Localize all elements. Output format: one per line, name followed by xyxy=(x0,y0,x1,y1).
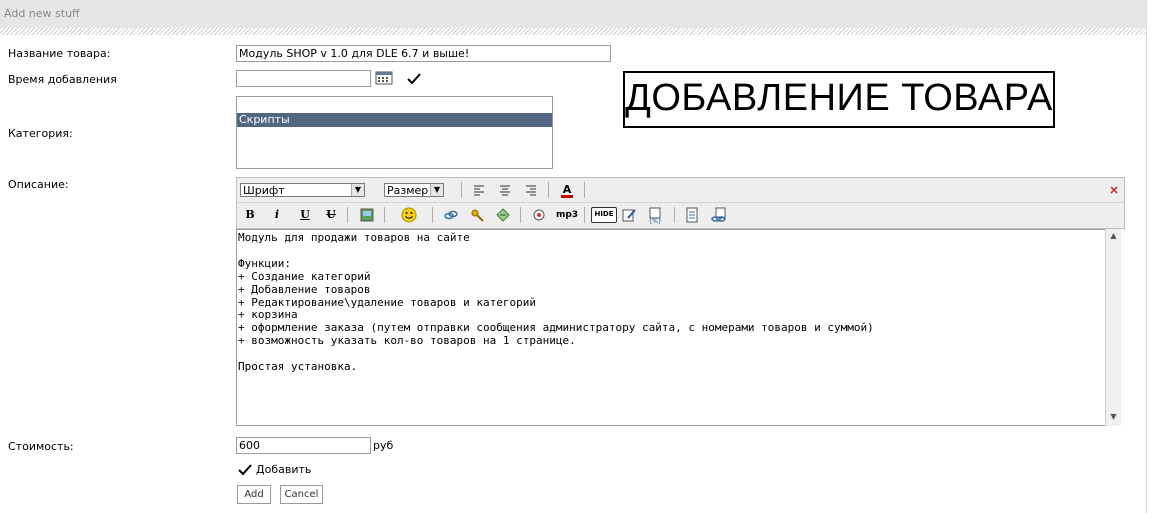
toolbar-separator xyxy=(520,207,521,223)
code-icon[interactable]: {%} xyxy=(646,206,664,224)
category-label: Категория: xyxy=(8,127,73,140)
page-header: Add new stuff xyxy=(0,0,1146,28)
align-right-icon[interactable] xyxy=(522,181,540,199)
font-select-value: Шрифт xyxy=(243,184,285,197)
add-checkbox-label: Добавить xyxy=(256,463,312,476)
align-left-icon[interactable] xyxy=(470,181,488,199)
chevron-down-icon: ▼ xyxy=(430,184,443,196)
align-center-icon[interactable] xyxy=(496,181,514,199)
toolbar-row-1: Шрифт ▼ Размер ▼ A xyxy=(237,178,1124,203)
banner-title: ДОБАВЛЕНИЕ ТОВАРА xyxy=(623,71,1055,128)
checkbox-checked-icon[interactable] xyxy=(237,462,253,478)
time-input[interactable] xyxy=(236,70,371,87)
category-listbox[interactable]: Скрипты xyxy=(236,96,553,169)
scroll-up-icon[interactable]: ▲ xyxy=(1106,231,1121,243)
size-select-value: Размер xyxy=(387,184,429,197)
smiley-icon[interactable] xyxy=(400,206,418,224)
header-divider xyxy=(0,28,1146,35)
italic-icon[interactable]: i xyxy=(268,206,286,224)
name-label: Название товара: xyxy=(8,47,111,60)
toolbar-separator xyxy=(347,207,348,223)
bold-icon[interactable]: B xyxy=(241,206,259,224)
toolbar-row-2: B i U U mp3 HIDE {%} xyxy=(237,203,1124,228)
currency-label: руб xyxy=(373,439,394,452)
toolbar-separator xyxy=(548,182,549,198)
page-title: Add new stuff xyxy=(4,7,80,20)
cancel-button[interactable]: Cancel xyxy=(280,485,323,504)
toolbar-separator xyxy=(674,207,675,223)
toolbar-separator xyxy=(432,207,433,223)
right-border xyxy=(1146,0,1147,513)
font-select[interactable]: Шрифт ▼ xyxy=(240,183,365,197)
editor-toolbar: Шрифт ▼ Размер ▼ A B i U U mp3 HIDE {%} xyxy=(236,177,1125,229)
add-button[interactable]: Add xyxy=(237,485,271,504)
page-link-icon[interactable] xyxy=(710,206,728,224)
email-icon[interactable] xyxy=(494,206,512,224)
pagebreak-icon[interactable] xyxy=(683,206,701,224)
image-icon[interactable] xyxy=(358,206,376,224)
price-label: Стоимость: xyxy=(8,440,74,453)
textarea-scrollbar[interactable]: ▲ ▼ xyxy=(1105,229,1121,426)
close-icon[interactable] xyxy=(1105,181,1123,199)
mp3-icon[interactable]: mp3 xyxy=(555,206,579,224)
price-input[interactable]: 600 xyxy=(236,437,371,454)
toolbar-separator xyxy=(584,182,585,198)
scroll-down-icon[interactable]: ▼ xyxy=(1106,412,1121,424)
underline-icon[interactable]: U xyxy=(296,206,314,224)
svg-text:A: A xyxy=(563,183,572,196)
leech-icon[interactable] xyxy=(468,206,486,224)
video-icon[interactable] xyxy=(530,206,548,224)
hide-icon[interactable]: HIDE xyxy=(591,207,617,223)
toolbar-separator xyxy=(584,207,585,223)
link-icon[interactable] xyxy=(442,206,460,224)
calendar-icon[interactable] xyxy=(375,71,393,85)
description-textarea[interactable]: Модуль для продажи товаров на сайте Функ… xyxy=(236,229,1121,426)
quote-icon[interactable] xyxy=(620,206,638,224)
chevron-down-icon: ▼ xyxy=(351,184,364,196)
font-color-icon[interactable]: A xyxy=(558,181,576,199)
size-select[interactable]: Размер ▼ xyxy=(384,183,444,197)
svg-text:{%}: {%} xyxy=(648,218,662,224)
strike-icon[interactable]: U xyxy=(322,206,340,224)
toolbar-separator xyxy=(461,182,462,198)
description-label: Описание: xyxy=(8,178,69,191)
checkmark-icon[interactable] xyxy=(406,72,422,86)
product-name-input[interactable]: Модуль SHOP v 1.0 для DLE 6.7 и выше! xyxy=(236,45,611,62)
toolbar-separator xyxy=(384,207,385,223)
category-option-selected[interactable]: Скрипты xyxy=(237,113,552,127)
time-label: Время добавления xyxy=(8,73,117,86)
